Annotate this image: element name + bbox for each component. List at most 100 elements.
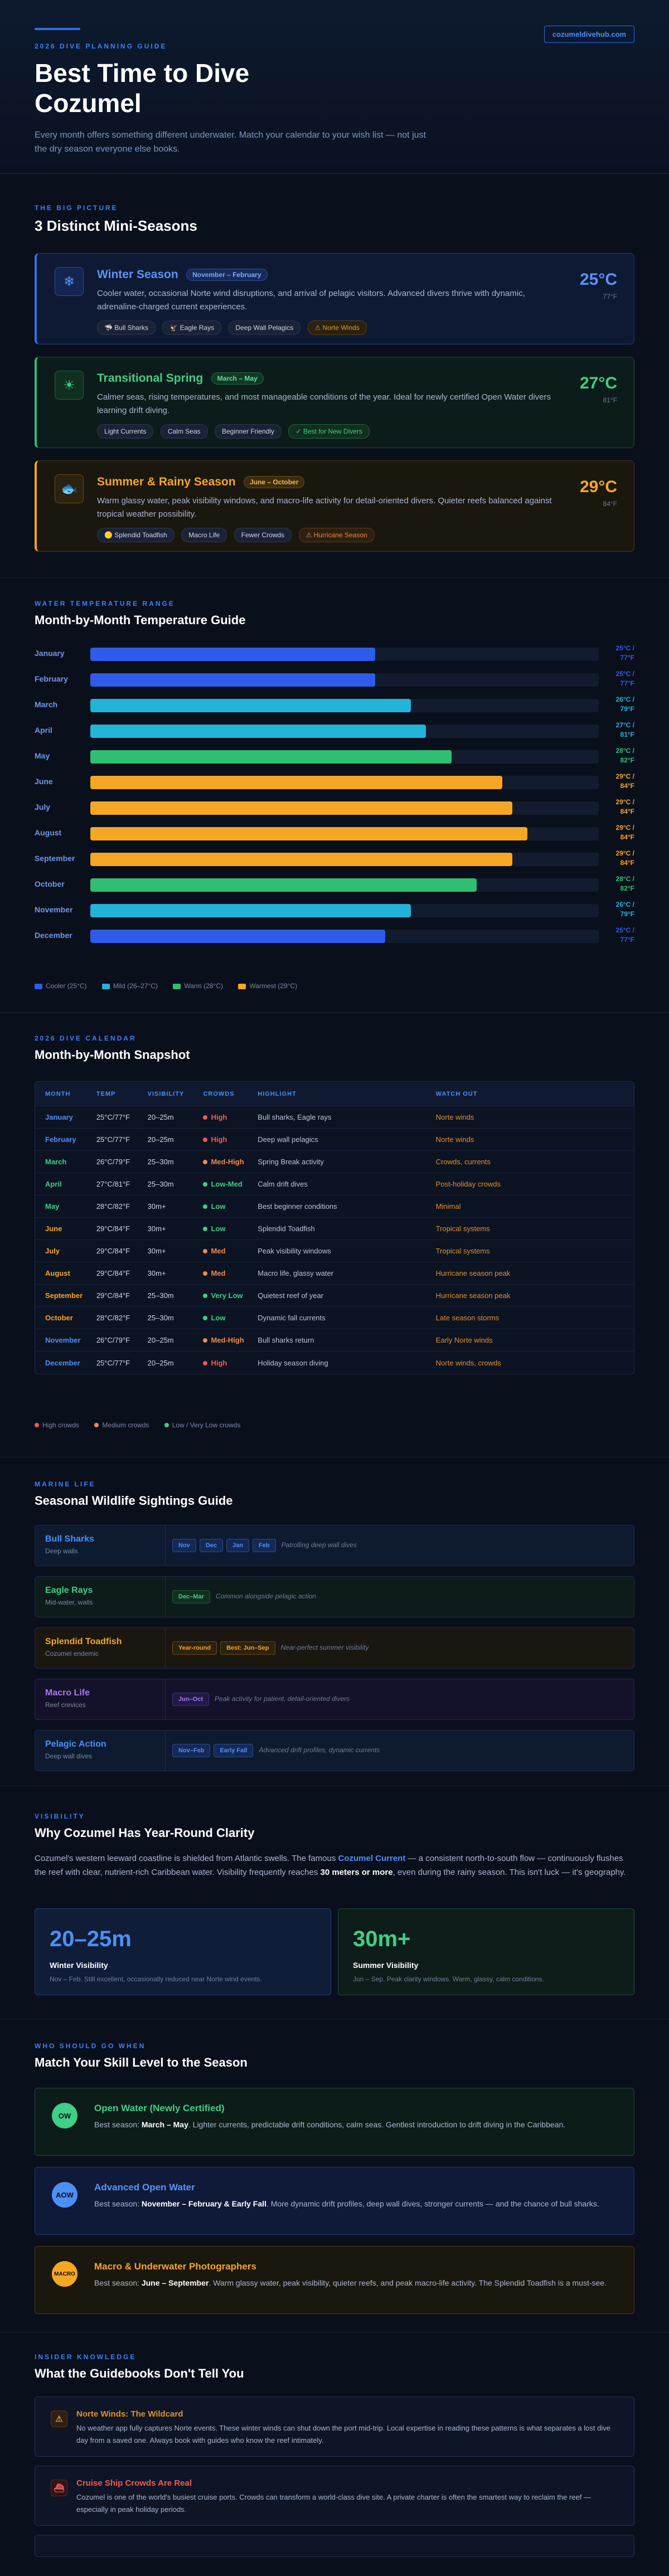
page-title: Best Time to Dive Cozumel [35,59,250,118]
temp-bar [90,648,375,661]
temp-bar-row: August 29°C /84°F [35,823,634,845]
skill-badge: OW [52,2103,77,2128]
legend-item: Mild (26–27°C) [101,982,158,990]
site-link[interactable]: cozumeldivehub.com [544,26,634,43]
temp-bar [90,878,477,892]
skills-title: Match Your Skill Level to the Season [35,2055,248,2069]
temp-bar [90,827,528,840]
month-label: March [35,700,58,709]
temp-bar [90,930,385,943]
skill-title: Macro & Underwater Photographers [94,2261,256,2272]
temp-bar [90,801,512,815]
sighting-note: Peak activity for patient, detail-orient… [215,1695,350,1703]
wildlife-title: Seasonal Wildlife Sightings Guide [35,1494,233,1508]
crowd-indicator-dot [203,1271,208,1276]
temp-value-label: 29°C /84°F [615,849,634,867]
season-range-badge: March – May [211,372,264,385]
species-name: Pelagic Action [45,1739,106,1749]
crowd-indicator-dot [203,1160,208,1164]
temp-bar-row: November 26°C /79°F [35,900,634,922]
temp-bar [90,750,452,764]
skill-description: Best season: March – May. Lighter curren… [94,2120,566,2129]
insider-title-text: Cruise Ship Crowds Are Real [76,2478,192,2488]
month-label: September [35,854,75,863]
season-name: Summer & Rainy Season [97,475,236,488]
species-name: Macro Life [45,1688,90,1698]
page: 2026 Dive Planning Guide Best Time to Di… [0,0,669,2576]
wildlife-card: Splendid Toadfish Cozumel endemic Year-rou… [35,1627,634,1669]
species-habitat: Reef crevices [45,1701,86,1709]
skill-card-advanced: AOW Advanced Open Water Best season: Nov… [35,2167,634,2235]
sighting-note: Patrolling deep wall dives [281,1541,357,1549]
crowd-indicator-dot [203,1204,208,1209]
temps-title: Month-by-Month Temperature Guide [35,613,246,627]
insider-card-cruise: ⛴ Cruise Ship Crowds Are Real Cozumel is… [35,2466,634,2526]
table-row: April 27°C/81°F 25–30m Low-Med Calm drift di… [35,1173,634,1195]
temp-bar-row: April 27°C /81°F [35,720,634,742]
temp-value-label: 28°C /82°F [615,875,634,892]
season-description: Cooler water, occasional Norte wind disr… [97,289,525,312]
table-row: November 26°C/79°F 20–25m Med-High Bull shar… [35,1329,634,1352]
crowd-indicator-dot [203,1138,208,1142]
bar-track [90,930,599,943]
temp-value-label: 25°C /77°F [615,670,634,687]
visibility-paragraph: Cozumel's western leeward coastline is s… [35,1854,626,1877]
table-row: August 29°C/84°F 30m+ Med Macro life, glassy… [35,1262,634,1285]
bar-track [90,801,599,815]
species-habitat: Deep walls [45,1547,78,1555]
insider-kicker: Insider Knowledge [35,2353,137,2361]
visibility-kicker: Visibility [35,1812,85,1820]
sighting-note: Common alongside pelagic action [215,1592,316,1600]
ship-icon: ⛴ [51,2480,67,2496]
section-divider [0,1012,669,1013]
skill-badge: AOW [52,2182,77,2208]
temp-value-label: 26°C /79°F [615,901,634,918]
month-chip: Dec [199,1539,223,1552]
month-chip: Jan [226,1539,249,1552]
crowd-indicator-dot [203,1227,208,1231]
month-label: January [35,649,65,658]
tag: Macro Life [181,528,227,542]
bar-track [90,904,599,917]
tag: 🟡 Splendid Toadfish [97,528,174,542]
tag: Fewer Crowds [234,528,292,542]
seasons-kicker: The Big Picture [35,204,118,212]
temp-bar [90,699,411,712]
bar-track [90,699,599,712]
wildlife-kicker: Marine Life [35,1480,96,1488]
season-temp: 25°C 77°F [579,270,617,300]
table-row: January 25°C/77°F 20–25m High Bull sharks, E… [35,1106,634,1129]
crowd-indicator-dot [203,1338,208,1343]
insider-title-text: Norte Winds: The Wildcard [76,2409,183,2419]
temp-bar-row: February 25°C /77°F [35,669,634,691]
species-habitat: Deep wall dives [45,1752,93,1760]
season-card-spring: ☀ Transitional Spring March – May Calmer… [35,357,634,448]
table-header: MONTH TEMP VISIBILITY CROWDS HIGHLIGHT W… [35,1082,634,1106]
season-range-badge: June – October [244,476,305,488]
crowd-indicator-dot [203,1360,208,1365]
hero: 2026 Dive Planning Guide Best Time to Di… [0,0,669,174]
cozumel-current-link[interactable]: Cozumel Current [338,1854,406,1863]
tag: 🦅 Eagle Rays [162,320,222,335]
skill-title: Advanced Open Water [94,2182,195,2193]
wildlife-card: Macro Life Reef crevices Jun–Oct Peak activ… [35,1679,634,1720]
species-habitat: Mid-water, walls [45,1598,93,1606]
accent-line [35,28,80,30]
summer-visibility-card: 30m+ Summer Visibility Jun – Sep. Peak c… [338,1908,634,1995]
winter-visibility-card: 20–25m Winter Visibility Nov – Feb. Stil… [35,1908,331,1995]
table-row: September 29°C/84°F 25–30m Very Low Quietest… [35,1285,634,1307]
table-row: March 26°C/79°F 25–30m Med-High Spring Break… [35,1151,634,1173]
insider-description: No weather app fully captures Norte even… [76,2424,610,2444]
month-label: April [35,726,52,735]
temp-value-label: 26°C /79°F [615,696,634,713]
month-label: June [35,777,53,786]
temp-bar-row: December 25°C /77°F [35,925,634,947]
temp-value-label: 28°C /82°F [615,747,634,764]
sighting-note: Advanced drift profiles, dynamic current… [259,1746,380,1754]
temp-value-label: 29°C /84°F [615,798,634,815]
visibility-title: Why Cozumel Has Year-Round Clarity [35,1826,255,1840]
temp-bar-row: October 28°C /82°F [35,874,634,896]
season-name: Transitional Spring [97,372,203,385]
temp-bar [90,853,512,866]
tag: Deep Wall Pelagics [228,320,301,335]
